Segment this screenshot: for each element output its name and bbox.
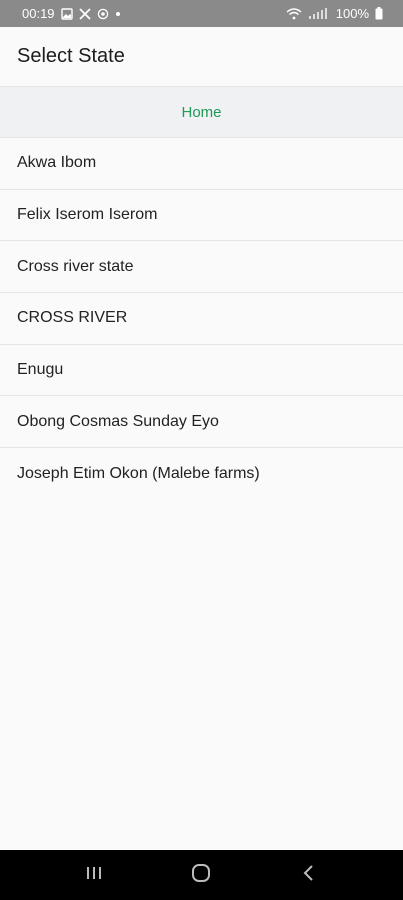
back-icon bbox=[302, 864, 316, 887]
recents-button[interactable] bbox=[74, 855, 114, 895]
whatsapp-icon bbox=[97, 8, 109, 20]
dot-icon bbox=[115, 11, 121, 17]
page-title: Select State bbox=[17, 45, 125, 67]
back-button[interactable] bbox=[289, 855, 329, 895]
list-item[interactable]: Akwa Ibom bbox=[0, 138, 403, 190]
list-item[interactable]: CROSS RIVER bbox=[0, 293, 403, 345]
list-item[interactable]: Cross river state bbox=[0, 241, 403, 294]
home-label: Home bbox=[181, 103, 222, 121]
app-bar: Select State bbox=[0, 27, 403, 86]
wifi-icon bbox=[286, 7, 302, 20]
x-app-icon bbox=[78, 7, 91, 20]
list-item-label: Obong Cosmas Sunday Eyo bbox=[17, 412, 219, 430]
system-nav-bar bbox=[0, 850, 403, 900]
home-nav-button[interactable] bbox=[181, 855, 221, 895]
status-bar: 00:19 100% bbox=[0, 0, 403, 27]
list-item[interactable]: Enugu bbox=[0, 344, 403, 397]
gallery-icon bbox=[60, 7, 73, 20]
list-item-label: Joseph Etim Okon (Malebe farms) bbox=[17, 464, 260, 482]
status-right: 100% bbox=[286, 6, 383, 21]
list-item[interactable]: Felix Iserom Iserom bbox=[0, 189, 403, 242]
battery-icon bbox=[375, 7, 383, 20]
list-item-label: Akwa Ibom bbox=[17, 154, 97, 172]
list-item-label: Cross river state bbox=[17, 257, 134, 275]
list-item-label: CROSS RIVER bbox=[17, 309, 128, 327]
status-left: 00:19 bbox=[22, 6, 121, 21]
signal-icon bbox=[308, 7, 330, 20]
home-circle-icon bbox=[191, 863, 211, 888]
status-time: 00:19 bbox=[22, 6, 55, 21]
list-item-label: Felix Iserom Iserom bbox=[17, 206, 158, 224]
recents-icon bbox=[85, 865, 103, 886]
list-item[interactable]: Obong Cosmas Sunday Eyo bbox=[0, 396, 403, 449]
home-button[interactable]: Home bbox=[0, 86, 403, 138]
battery-percent: 100% bbox=[335, 6, 369, 21]
list-item[interactable]: Joseph Etim Okon (Malebe farms) bbox=[0, 448, 403, 500]
list-item-label: Enugu bbox=[17, 361, 64, 379]
state-list: Akwa Ibom Felix Iserom Iserom Cross rive… bbox=[0, 138, 403, 500]
